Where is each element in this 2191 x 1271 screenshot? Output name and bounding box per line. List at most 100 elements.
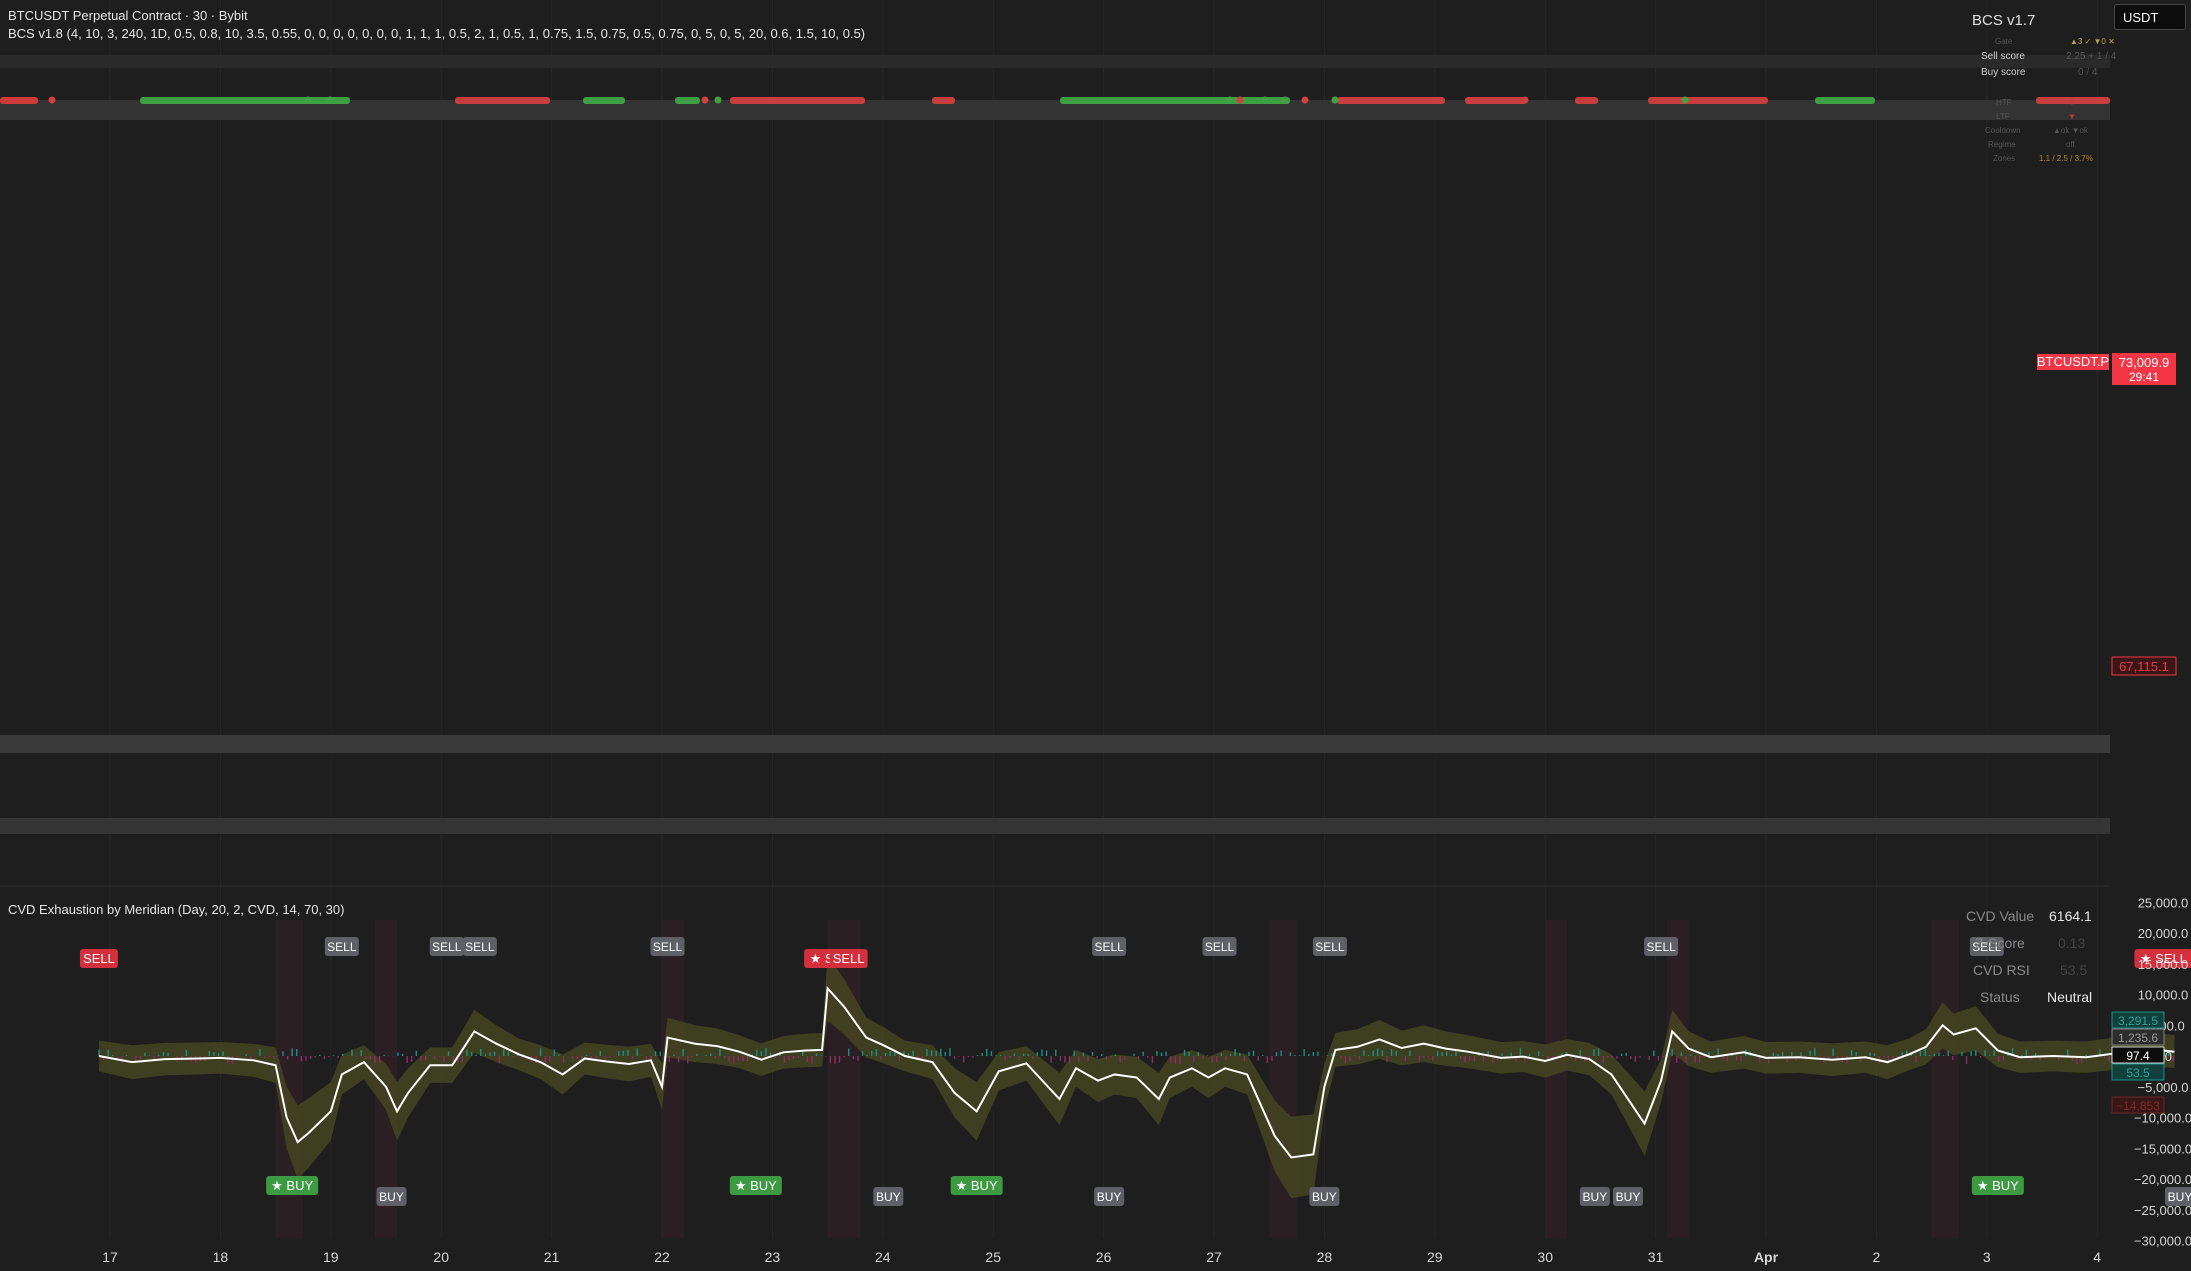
cvd-buy-tag: BUY bbox=[1097, 1190, 1122, 1204]
cvd-value: 6164.1 bbox=[2049, 908, 2092, 924]
strip-dot bbox=[701, 96, 709, 104]
cvd-tick: −20,000.0 bbox=[2134, 1172, 2191, 1187]
strip-segment bbox=[932, 97, 955, 104]
bcs-title: BCS v1.7 bbox=[1972, 12, 2036, 29]
cvd-zone bbox=[1931, 920, 1960, 1238]
countdown: 29:41 bbox=[2129, 370, 2159, 384]
lower-price: 67,115.1 bbox=[2119, 659, 2169, 674]
cvd-sell-tag: SELL bbox=[1094, 940, 1124, 954]
cooldown-label: Cooldown bbox=[1985, 126, 2021, 135]
time-label: 26 bbox=[1096, 1249, 1112, 1265]
strip-dot bbox=[1681, 96, 1689, 104]
cvd-buy-tag: BUY bbox=[1616, 1190, 1641, 1204]
cvd-value-label: CVD Value bbox=[1966, 908, 2035, 924]
strip-dot bbox=[714, 96, 722, 104]
strip-dot bbox=[326, 96, 334, 104]
trading-chart[interactable]: PRIME SELLPRIME SELLPRIME SELLPRIME SELL… bbox=[0, 0, 2191, 1271]
cvd-star-buy: ★ BUY bbox=[1977, 1178, 2019, 1193]
strip-dot bbox=[1281, 96, 1289, 104]
buy-score-label: Buy score bbox=[1981, 67, 2026, 78]
cvd-zone bbox=[1666, 920, 1689, 1238]
indicator-params: BCS v1.8 (4, 10, 3, 240, 1D, 0.5, 0.8, 1… bbox=[8, 26, 866, 41]
strip-segment bbox=[1060, 97, 1290, 104]
cvd-zone bbox=[662, 920, 685, 1238]
status-label: Status bbox=[1980, 989, 2020, 1005]
strip-segment bbox=[1465, 97, 1527, 104]
cvd-sell-tag: SELL bbox=[1646, 940, 1676, 954]
time-label: 2 bbox=[1873, 1249, 1881, 1265]
time-label: 29 bbox=[1427, 1249, 1443, 1265]
currency-button[interactable]: USDT bbox=[2114, 4, 2186, 30]
strip-dot bbox=[48, 96, 56, 104]
cvd-sell-red: SELL bbox=[833, 951, 865, 966]
cvd-star-buy: ★ BUY bbox=[271, 1178, 313, 1193]
strip-segment bbox=[730, 97, 865, 104]
cvd-sell-tag: SELL bbox=[432, 940, 462, 954]
cvd-tick: −15,000.0 bbox=[2134, 1141, 2191, 1156]
time-label: 21 bbox=[544, 1249, 560, 1265]
strip-segment bbox=[1337, 97, 1445, 104]
cvd-tick: 20,000.0 bbox=[2138, 926, 2189, 941]
time-label: 17 bbox=[102, 1249, 118, 1265]
time-label: 3 bbox=[1983, 1249, 1991, 1265]
sell-score-value: 2.25 + 1 / 4 bbox=[2066, 51, 2117, 62]
zscore-value: 0.13 bbox=[2058, 935, 2086, 951]
cooldown-value: ▲ok ▼ok bbox=[2053, 126, 2088, 135]
time-label: 20 bbox=[433, 1249, 449, 1265]
cvd-tick: 25,000.0 bbox=[2138, 895, 2189, 910]
support-zone bbox=[0, 735, 2110, 753]
zones-value: 1.1 / 2.5 / 3.7% bbox=[2039, 154, 2093, 163]
cvd-sell-red: SELL bbox=[83, 951, 115, 966]
cvd-tick: −25,000.0 bbox=[2134, 1203, 2191, 1218]
strip-segment bbox=[1648, 97, 1768, 104]
cvd-rsi-value: 53.5 bbox=[2060, 962, 2088, 978]
strip-segment bbox=[140, 97, 350, 104]
htf-value: ▼ bbox=[2068, 98, 2076, 107]
cvd-sell-tag: SELL bbox=[465, 940, 495, 954]
buy-score-value: 0 / 4 bbox=[2078, 67, 2098, 78]
time-label: 27 bbox=[1206, 1249, 1222, 1265]
cvd-tick: −30,000.0 bbox=[2134, 1234, 2191, 1249]
strip-dot bbox=[1301, 96, 1309, 104]
strip-dot bbox=[1236, 96, 1244, 104]
cvd-star-buy: ★ BUY bbox=[956, 1178, 998, 1193]
cvd-sell-tag: SELL bbox=[653, 940, 683, 954]
strip-segment bbox=[455, 97, 550, 104]
strip-dot bbox=[1521, 96, 1529, 104]
cvd-buy-tag: BUY bbox=[876, 1190, 901, 1204]
zones-label: Zones bbox=[1993, 154, 2016, 163]
cvd-rsi-label: CVD RSI bbox=[1973, 962, 2030, 978]
regime-value: off bbox=[2066, 140, 2075, 149]
cvd-title: CVD Exhaustion by Meridian (Day, 20, 2, … bbox=[8, 902, 345, 917]
status-value: Neutral bbox=[2047, 989, 2093, 1005]
cvd-tick: 15,000.0 bbox=[2138, 957, 2189, 972]
time-label: 25 bbox=[985, 1249, 1001, 1265]
strip-dot bbox=[1226, 96, 1234, 104]
gate-value: ▲3 ✓ ▼0 ✕ bbox=[2070, 37, 2115, 46]
cvd-star-buy: ★ BUY bbox=[735, 1178, 777, 1193]
time-label: Apr bbox=[1754, 1249, 1779, 1265]
strip-dot bbox=[1261, 96, 1269, 104]
time-label: 31 bbox=[1648, 1249, 1664, 1265]
symbol-tag: BTCUSDT.P bbox=[2037, 354, 2109, 369]
strip-segment bbox=[1575, 97, 1598, 104]
htf-label: HTF bbox=[1996, 98, 2012, 107]
cvd-buy-tag: BUY bbox=[1312, 1190, 1337, 1204]
zscore-label: Z-Score bbox=[1975, 935, 2025, 951]
time-label: 28 bbox=[1317, 1249, 1333, 1265]
strip-dot bbox=[1331, 96, 1339, 104]
strip-dot bbox=[304, 96, 312, 104]
cvd-value-tag: 53.5 bbox=[2126, 1066, 2150, 1080]
regime-label: Regime bbox=[1988, 140, 2016, 149]
strip-segment bbox=[583, 97, 625, 104]
strip-segment bbox=[0, 97, 38, 104]
sell-score-label: Sell score bbox=[1981, 51, 2025, 62]
time-label: 23 bbox=[765, 1249, 781, 1265]
time-label: 22 bbox=[654, 1249, 670, 1265]
band-low bbox=[0, 818, 2110, 834]
cvd-sell-tag: SELL bbox=[1205, 940, 1235, 954]
cvd-sell-tag: SELL bbox=[1315, 940, 1345, 954]
strip-segment bbox=[1815, 97, 1875, 104]
cvd-zone bbox=[1545, 920, 1568, 1238]
symbol-title: BTCUSDT Perpetual Contract · 30 · Bybit bbox=[8, 8, 248, 23]
